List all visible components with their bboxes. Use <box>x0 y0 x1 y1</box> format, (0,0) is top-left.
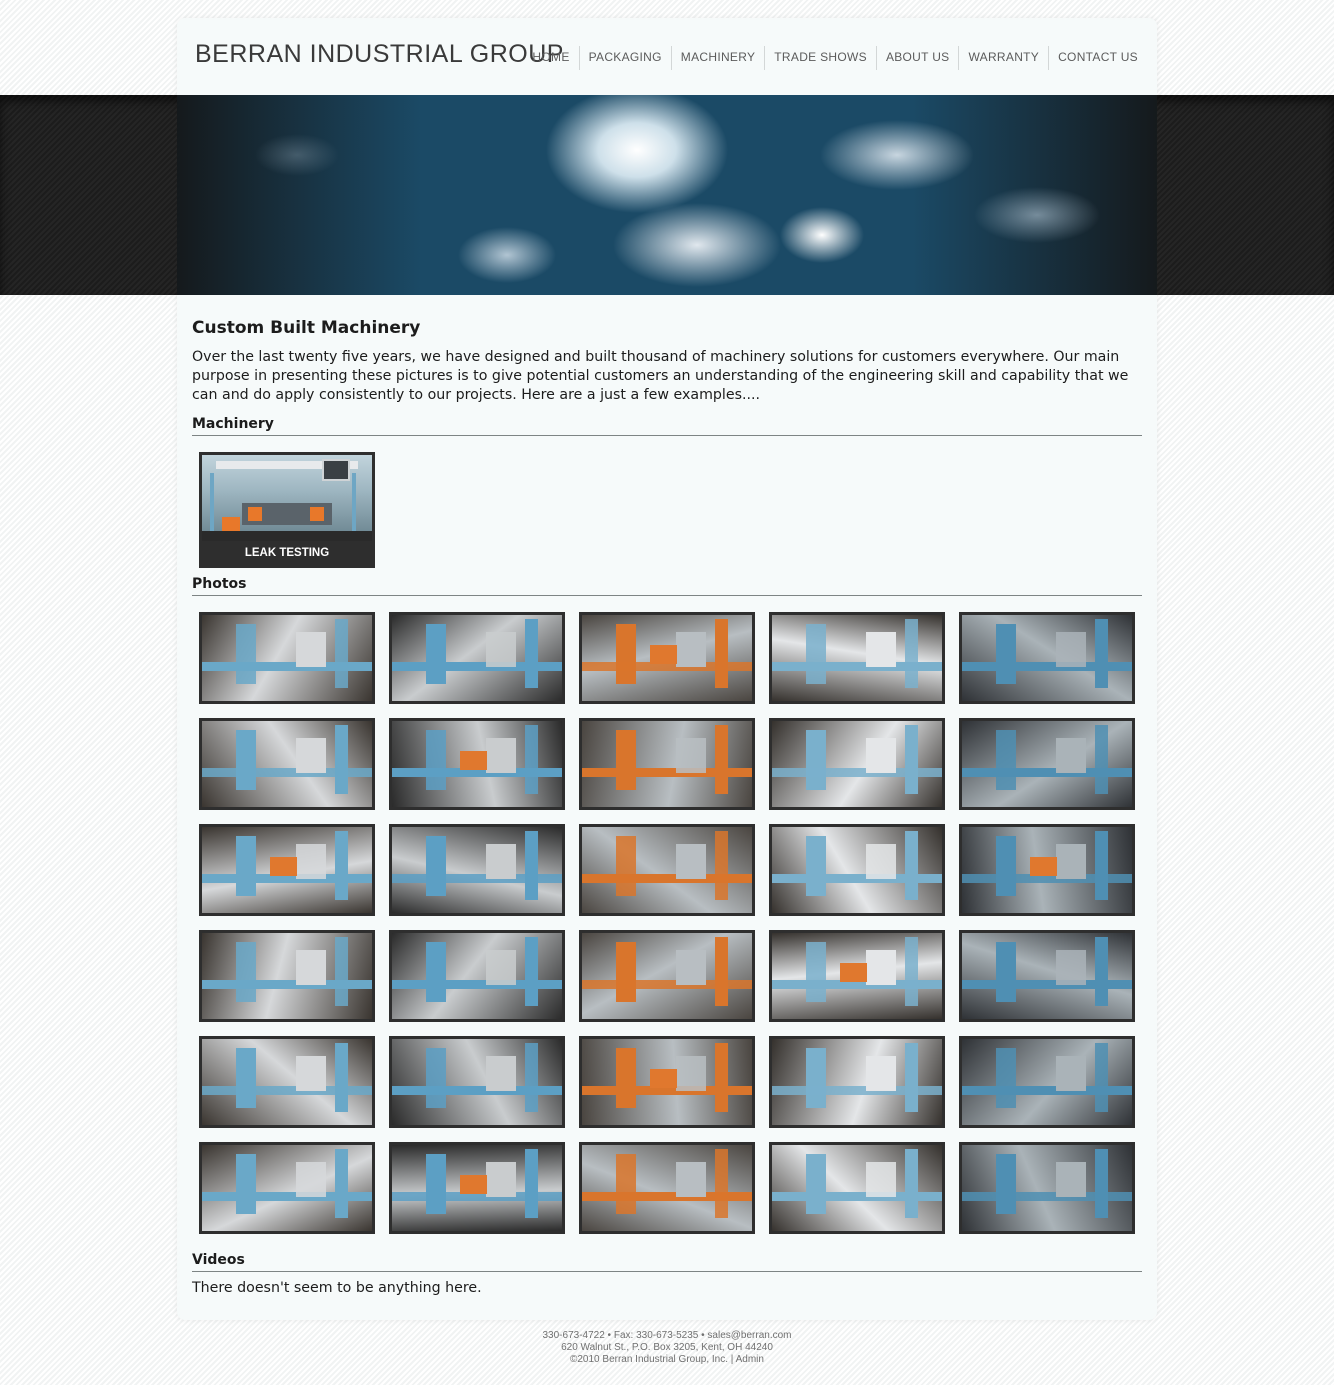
footer-separator: | <box>728 1354 736 1365</box>
machine-photo-thumbnail[interactable] <box>579 718 755 810</box>
machinery-item-leak-testing[interactable]: LEAK TESTING <box>199 452 375 568</box>
machine-photo-thumbnail[interactable] <box>199 718 375 810</box>
nav-machinery[interactable]: MACHINERY <box>670 46 765 70</box>
machine-photo-thumbnail[interactable] <box>959 930 1135 1022</box>
nav-trade-shows[interactable]: TRADE SHOWS <box>764 46 876 70</box>
photo-grid <box>199 612 1139 1237</box>
machinery-heading: Machinery <box>192 417 1142 436</box>
site-logo[interactable]: BERRAN INDUSTRIAL GROUP <box>195 40 564 69</box>
main-content: Custom Built Machinery Over the last twe… <box>192 318 1142 1296</box>
machine-photo-thumbnail[interactable] <box>959 1142 1135 1234</box>
intro-text: Over the last twenty five years, we have… <box>192 349 1129 403</box>
machine-photo-thumbnail[interactable] <box>579 824 755 916</box>
leak-testing-label: LEAK TESTING <box>244 547 330 559</box>
machine-photo-thumbnail[interactable] <box>389 824 565 916</box>
photos-heading: Photos <box>192 577 1142 596</box>
footer-separator: • Fax: <box>604 1330 637 1341</box>
machine-photo-thumbnail[interactable] <box>199 824 375 916</box>
machine-photo-thumbnail[interactable] <box>389 612 565 704</box>
machine-photo-thumbnail[interactable] <box>959 718 1135 810</box>
footer-fax: 330-673-5235 <box>636 1330 699 1341</box>
machine-photo-thumbnail[interactable] <box>579 1142 755 1234</box>
machine-photo-thumbnail[interactable] <box>769 612 945 704</box>
machine-photo-thumbnail[interactable] <box>199 1036 375 1128</box>
machine-photo-thumbnail[interactable] <box>389 718 565 810</box>
header-banner <box>0 95 1334 295</box>
leak-testing-thumbnail <box>202 455 372 541</box>
machine-photo-thumbnail[interactable] <box>389 1142 565 1234</box>
machine-photo-thumbnail[interactable] <box>959 824 1135 916</box>
footer-copyright-line: ©2010 Berran Industrial Group, Inc. | Ad… <box>0 1354 1334 1366</box>
footer-contact-line: 330-673-4722 • Fax: 330-673-5235 • sales… <box>0 1330 1334 1342</box>
nav-home[interactable]: HOME <box>523 46 578 70</box>
machine-photo-thumbnail[interactable] <box>389 930 565 1022</box>
machine-photo-thumbnail[interactable] <box>579 1036 755 1128</box>
videos-empty-message: There doesn't seem to be anything here. <box>192 1280 482 1296</box>
machine-photo-thumbnail[interactable] <box>389 1036 565 1128</box>
footer-address: 620 Walnut St., P.O. Box 3205, Kent, OH … <box>561 1342 773 1353</box>
footer-email-link[interactable]: sales@berran.com <box>707 1330 791 1341</box>
machine-photo-thumbnail[interactable] <box>579 612 755 704</box>
footer-copyright: ©2010 Berran Industrial Group, Inc. <box>570 1354 729 1365</box>
nav-packaging[interactable]: PACKAGING <box>578 46 671 70</box>
machine-photo-thumbnail[interactable] <box>199 930 375 1022</box>
machine-photo-thumbnail[interactable] <box>199 1142 375 1234</box>
main-nav: HOME PACKAGING MACHINERY TRADE SHOWS ABO… <box>523 46 1147 70</box>
machine-photo-thumbnail[interactable] <box>959 1036 1135 1128</box>
machine-photo-thumbnail[interactable] <box>199 612 375 704</box>
footer: 330-673-4722 • Fax: 330-673-5235 • sales… <box>0 1330 1334 1366</box>
page-title: Custom Built Machinery <box>192 318 421 338</box>
machine-photo-thumbnail[interactable] <box>769 824 945 916</box>
nav-contact-us[interactable]: CONTACT US <box>1048 46 1147 70</box>
sky-banner-image <box>177 95 1157 295</box>
machine-photo-thumbnail[interactable] <box>579 930 755 1022</box>
videos-heading: Videos <box>192 1253 1142 1272</box>
nav-warranty[interactable]: WARRANTY <box>958 46 1048 70</box>
machine-photo-thumbnail[interactable] <box>769 1142 945 1234</box>
machine-photo-thumbnail[interactable] <box>769 718 945 810</box>
footer-phone: 330-673-4722 <box>542 1330 605 1341</box>
footer-admin-link[interactable]: Admin <box>736 1354 764 1365</box>
nav-about-us[interactable]: ABOUT US <box>875 46 959 70</box>
machine-photo-thumbnail[interactable] <box>769 930 945 1022</box>
machine-photo-thumbnail[interactable] <box>959 612 1135 704</box>
machine-photo-thumbnail[interactable] <box>769 1036 945 1128</box>
